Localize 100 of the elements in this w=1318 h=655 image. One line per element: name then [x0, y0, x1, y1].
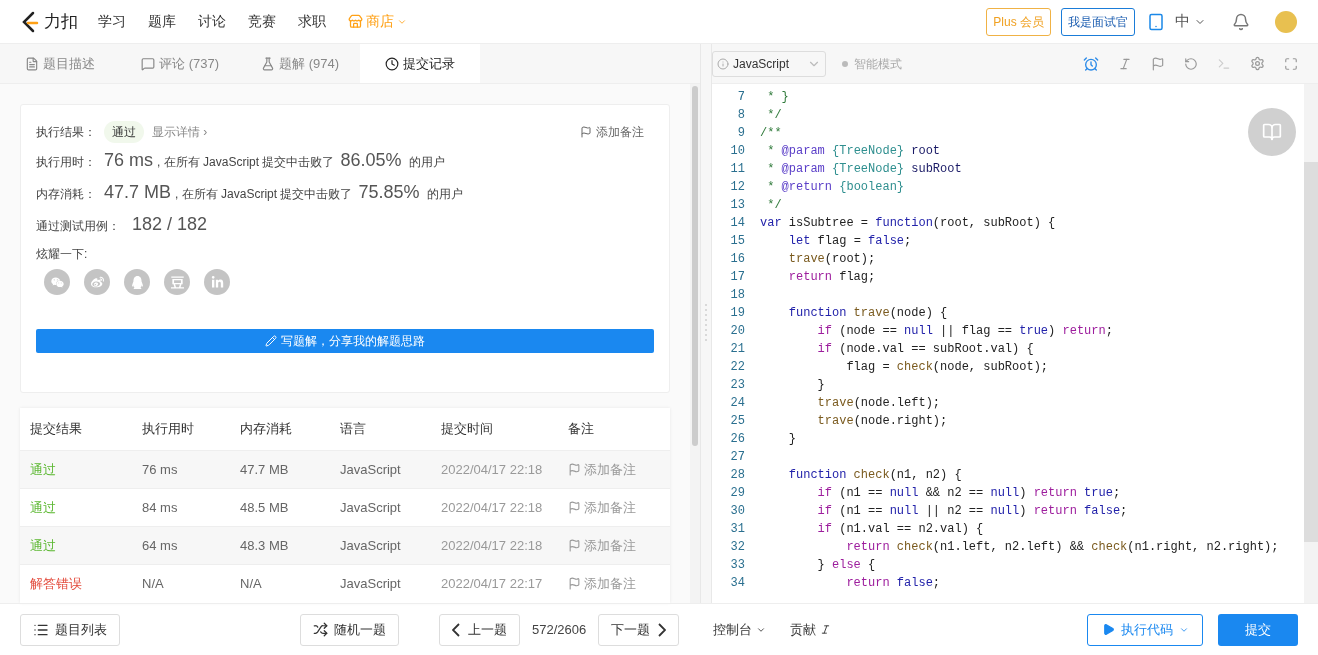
info-icon[interactable] [1118, 56, 1132, 71]
line-number: 17 [729, 269, 745, 286]
write-solution-button[interactable]: 写题解，分享我的解题思路 [36, 329, 654, 353]
terminal-icon[interactable] [1217, 56, 1231, 71]
reset-icon[interactable] [1184, 56, 1198, 71]
problem-list-button[interactable]: 题目列表 [20, 613, 120, 646]
linkedin-icon[interactable] [204, 269, 230, 295]
code-line: } [816, 377, 825, 394]
weibo-icon[interactable] [84, 269, 110, 295]
column-header: 提交时间 [441, 420, 494, 439]
nav-link[interactable]: 学习 [98, 11, 126, 32]
avatar[interactable] [1274, 9, 1298, 34]
scrollbar-thumb[interactable] [692, 86, 698, 446]
time-cell-text: 2022/04/17 22:17 [441, 574, 544, 593]
line-number: 16 [729, 251, 745, 268]
penguin-icon[interactable] [124, 269, 150, 295]
smart-mode-toggle[interactable]: 智能模式 [842, 54, 902, 73]
nav-link[interactable]: 竞赛 [248, 11, 276, 32]
info-icon [717, 57, 729, 70]
stat-percent: 75.85% [358, 181, 420, 204]
language-menu[interactable]: 中 [1175, 10, 1206, 33]
notebook-button[interactable] [1248, 108, 1296, 156]
language-cell-text: JavaScript [340, 574, 402, 593]
details-link[interactable]: 显示详情 › [152, 123, 208, 141]
flask-icon [261, 56, 275, 71]
book-icon [1262, 122, 1282, 142]
flag-icon [568, 539, 581, 552]
code-line: function check(n1, n2) { [787, 467, 962, 484]
code-line: * @param {TreeNode} subRoot [766, 161, 962, 178]
memory-cell-text: 48.5 MB [240, 498, 290, 517]
add-note-button[interactable]: 添加备注 [568, 573, 660, 594]
add-note-button[interactable]: 添加备注 [568, 497, 660, 518]
plus-member-button[interactable]: Plus 会员 [986, 7, 1051, 36]
result-link[interactable]: 通过 [30, 535, 142, 556]
bell-icon[interactable] [1232, 12, 1250, 31]
line-number: 14 [729, 215, 745, 232]
code-line: if (node.val == subRoot.val) { [816, 341, 1034, 358]
logo-icon[interactable] [20, 10, 40, 33]
add-note-button[interactable]: 添加备注 [568, 459, 660, 480]
language-cell-text: JavaScript [340, 460, 402, 479]
chevron-left-icon [452, 622, 460, 637]
stat-label: 内存消耗： [36, 186, 97, 203]
settings-icon[interactable] [1250, 56, 1265, 71]
douban-icon[interactable] [164, 269, 190, 295]
column-header: 备注 [568, 420, 595, 439]
tablet-icon[interactable] [1147, 12, 1165, 31]
result-link[interactable]: 通过 [30, 497, 142, 518]
column-header: 内存消耗 [240, 420, 293, 439]
code-line: */ [766, 107, 782, 124]
tab[interactable]: 题目描述 [0, 44, 120, 83]
logo-text[interactable]: 力扣 [44, 8, 78, 35]
tab[interactable]: 提交记录 [360, 44, 480, 83]
stat-description: , 在所有 JavaScript 提交中击败了 [157, 154, 335, 171]
language-cell-text: JavaScript [340, 498, 402, 517]
tab[interactable]: 评论 (737) [120, 44, 240, 83]
line-number: 30 [729, 503, 745, 520]
line-number: 15 [729, 233, 745, 250]
next-button[interactable]: 下一题 [598, 613, 680, 646]
store-link[interactable]: 商店 [348, 11, 407, 32]
flag-icon [568, 501, 581, 514]
alarm-clock-icon[interactable] [1083, 55, 1099, 72]
time-cell-text: 2022/04/17 22:18 [441, 460, 544, 479]
interviewer-button[interactable]: 我是面试官 [1061, 7, 1135, 36]
result-link[interactable]: 解答错误 [30, 573, 142, 594]
stat-label: 执行用时： [36, 154, 97, 171]
line-number: 19 [729, 305, 745, 322]
run-code-button[interactable]: 执行代码 [1087, 613, 1203, 646]
nav-link[interactable]: 讨论 [198, 11, 226, 32]
flag-icon [568, 577, 581, 590]
store-icon [348, 14, 363, 29]
code-line: trave(root); [787, 251, 876, 268]
chat-icon[interactable] [44, 269, 70, 295]
previous-button[interactable]: 上一题 [439, 613, 520, 646]
code-line: function trave(node) { [787, 305, 948, 322]
line-number: 9 [736, 125, 745, 142]
nav-link[interactable]: 题库 [148, 11, 176, 32]
tab[interactable]: 题解 (974) [240, 44, 360, 83]
random-button[interactable]: 随机一题 [300, 613, 399, 646]
fullscreen-icon[interactable] [1284, 56, 1298, 71]
chevron-right-icon [658, 622, 667, 637]
add-note-button[interactable]: 添加备注 [568, 535, 660, 556]
console-button[interactable]: 控制台 [713, 619, 767, 640]
stat-suffix: 的用户 [409, 154, 446, 171]
flag-icon[interactable] [1151, 56, 1165, 71]
add-note-button[interactable]: 添加备注 [580, 123, 644, 141]
code-line: flag = check(node, subRoot); [845, 359, 1049, 376]
line-number: 27 [729, 449, 745, 466]
submit-button[interactable]: 提交 [1218, 613, 1298, 646]
line-number: 8 [736, 107, 745, 124]
share-label: 炫耀一下: [36, 246, 89, 263]
line-number: 32 [729, 539, 745, 556]
code-line: * @param {TreeNode} root [766, 143, 941, 160]
nav-link[interactable]: 求职 [298, 11, 326, 32]
comment-icon [141, 56, 155, 71]
contribute-button[interactable]: 贡献 [790, 619, 832, 640]
line-number: 22 [729, 359, 745, 376]
result-link[interactable]: 通过 [30, 459, 142, 480]
language-select[interactable]: JavaScript [712, 50, 826, 77]
scrollbar-thumb[interactable] [1304, 162, 1318, 542]
code-line: * @return {boolean} [766, 179, 905, 196]
